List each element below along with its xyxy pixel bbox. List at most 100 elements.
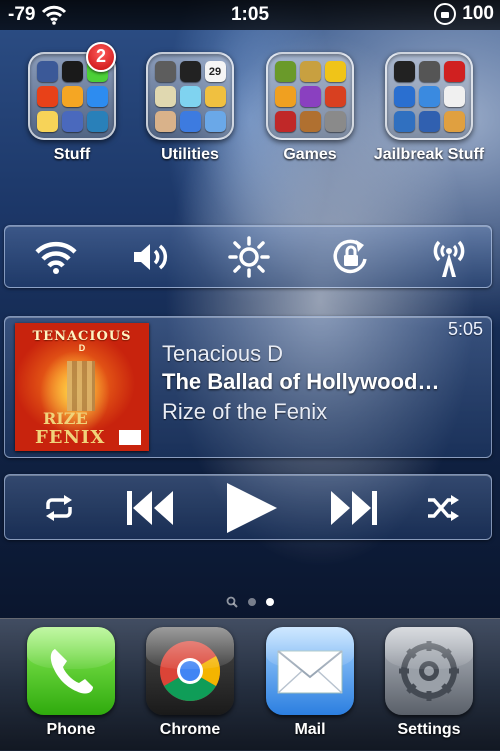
playback-controls bbox=[4, 474, 492, 540]
album-art-d: D bbox=[78, 343, 86, 353]
chrome-icon bbox=[146, 627, 234, 715]
folder-stuff[interactable]: 2 Stuff bbox=[16, 42, 128, 164]
game-icon bbox=[299, 61, 321, 82]
clock: 1:05 bbox=[230, 4, 270, 25]
battery-level: 100 bbox=[462, 3, 494, 24]
status-bar: -79 1:05 100 bbox=[0, 0, 500, 30]
rotation-lock-toggle[interactable] bbox=[328, 234, 374, 280]
wifi-toggle[interactable] bbox=[33, 234, 79, 280]
dropbox-icon bbox=[86, 86, 108, 107]
search-icon[interactable] bbox=[226, 596, 238, 608]
folder-label: Games bbox=[283, 146, 337, 163]
brightness-toggle[interactable] bbox=[226, 234, 272, 280]
folder-utilities[interactable]: 29 Utilities bbox=[134, 52, 246, 164]
dock-app-settings[interactable]: Settings bbox=[374, 627, 484, 739]
game-icon bbox=[274, 86, 296, 107]
sbsettings-icon bbox=[418, 61, 440, 82]
album-art-title-line1: RIZE bbox=[43, 409, 88, 428]
game-icon bbox=[324, 61, 346, 82]
settings-icon bbox=[385, 627, 473, 715]
checklist-icon bbox=[36, 86, 58, 107]
wifi-app-icon bbox=[393, 86, 415, 107]
play-button[interactable] bbox=[219, 483, 283, 533]
previous-button[interactable] bbox=[121, 483, 181, 533]
now-playing-panel[interactable]: TENACIOUS D RIZE FENIX 5:05 Tenacious D … bbox=[4, 316, 492, 458]
next-icon bbox=[331, 491, 377, 525]
app-icon bbox=[61, 86, 83, 107]
folder-games[interactable]: Games bbox=[254, 52, 366, 164]
folder-icon: 29 bbox=[146, 52, 234, 140]
album-art-figure bbox=[67, 361, 95, 411]
antenna-icon bbox=[433, 240, 465, 277]
app-icon bbox=[61, 61, 83, 82]
game-icon bbox=[274, 111, 296, 132]
app-icon bbox=[418, 86, 440, 107]
toggles-panel bbox=[4, 225, 492, 288]
volume-icon bbox=[134, 244, 168, 270]
folder-label: Jailbreak Stuff bbox=[373, 146, 485, 163]
repeat-button[interactable] bbox=[39, 483, 79, 533]
rotation-lock-icon bbox=[333, 239, 367, 274]
dock-label: Settings bbox=[397, 721, 461, 738]
folder-icon bbox=[266, 52, 354, 140]
weather-icon bbox=[204, 86, 226, 107]
parental-advisory-label bbox=[119, 430, 141, 445]
album-art-band: TENACIOUS bbox=[32, 329, 132, 344]
camera-icon bbox=[179, 61, 201, 82]
dock-label: Mail bbox=[294, 721, 326, 738]
notification-badge: 2 bbox=[86, 42, 116, 72]
track-album: Rize of the Fenix bbox=[162, 399, 328, 424]
volume-toggle[interactable] bbox=[129, 234, 175, 280]
game-icon bbox=[299, 86, 321, 107]
phone-icon bbox=[27, 627, 115, 715]
album-art[interactable]: TENACIOUS D RIZE FENIX bbox=[15, 323, 149, 451]
folder-label: Utilities bbox=[161, 146, 219, 163]
brightness-icon bbox=[228, 236, 270, 278]
dock-app-phone[interactable]: Phone bbox=[16, 627, 126, 739]
app-icon bbox=[443, 86, 465, 107]
dock-label: Phone bbox=[46, 721, 96, 738]
app-icon bbox=[61, 111, 83, 132]
clock-icon bbox=[154, 111, 176, 132]
folder-icon bbox=[385, 52, 473, 140]
maps-icon bbox=[179, 86, 201, 107]
previous-icon bbox=[127, 491, 173, 525]
microphone-icon bbox=[179, 111, 201, 132]
rotation-lock-icon bbox=[434, 3, 457, 25]
calendar-icon: 29 bbox=[204, 61, 226, 82]
app-icon bbox=[393, 111, 415, 132]
repeat-icon bbox=[46, 495, 72, 521]
track-title: The Ballad of Hollywood… bbox=[162, 369, 440, 394]
page-indicator[interactable] bbox=[0, 596, 500, 608]
page-dot[interactable] bbox=[248, 598, 256, 606]
app-icon bbox=[393, 61, 415, 82]
dock-label: Chrome bbox=[159, 721, 221, 738]
folder-label: Stuff bbox=[53, 146, 91, 163]
track-artist: Tenacious D bbox=[162, 341, 284, 366]
track-duration: 5:05 bbox=[447, 319, 483, 339]
app-icon bbox=[36, 111, 58, 132]
game-icon bbox=[324, 111, 346, 132]
app-icon bbox=[443, 61, 465, 82]
game-icon bbox=[324, 86, 346, 107]
app-icon bbox=[154, 61, 176, 82]
game-icon bbox=[299, 111, 321, 132]
game-icon bbox=[274, 61, 296, 82]
app-icon bbox=[418, 111, 440, 132]
folder-jailbreak-stuff[interactable]: Jailbreak Stuff bbox=[373, 52, 485, 164]
page-dot-active[interactable] bbox=[266, 598, 274, 606]
wifi-icon bbox=[35, 241, 77, 274]
shuffle-icon bbox=[428, 495, 459, 521]
app-icon bbox=[86, 111, 108, 132]
dock-app-chrome[interactable]: Chrome bbox=[135, 627, 245, 739]
album-art-title-line2: FENIX bbox=[35, 427, 106, 448]
notes-icon bbox=[154, 86, 176, 107]
dock-app-mail[interactable]: Mail bbox=[255, 627, 365, 739]
cellular-toggle[interactable] bbox=[426, 234, 472, 280]
play-icon bbox=[227, 483, 277, 533]
next-button[interactable] bbox=[323, 483, 383, 533]
shuffle-button[interactable] bbox=[423, 483, 463, 533]
facebook-icon bbox=[36, 61, 58, 82]
stocks-icon bbox=[204, 111, 226, 132]
app-icon bbox=[443, 111, 465, 132]
